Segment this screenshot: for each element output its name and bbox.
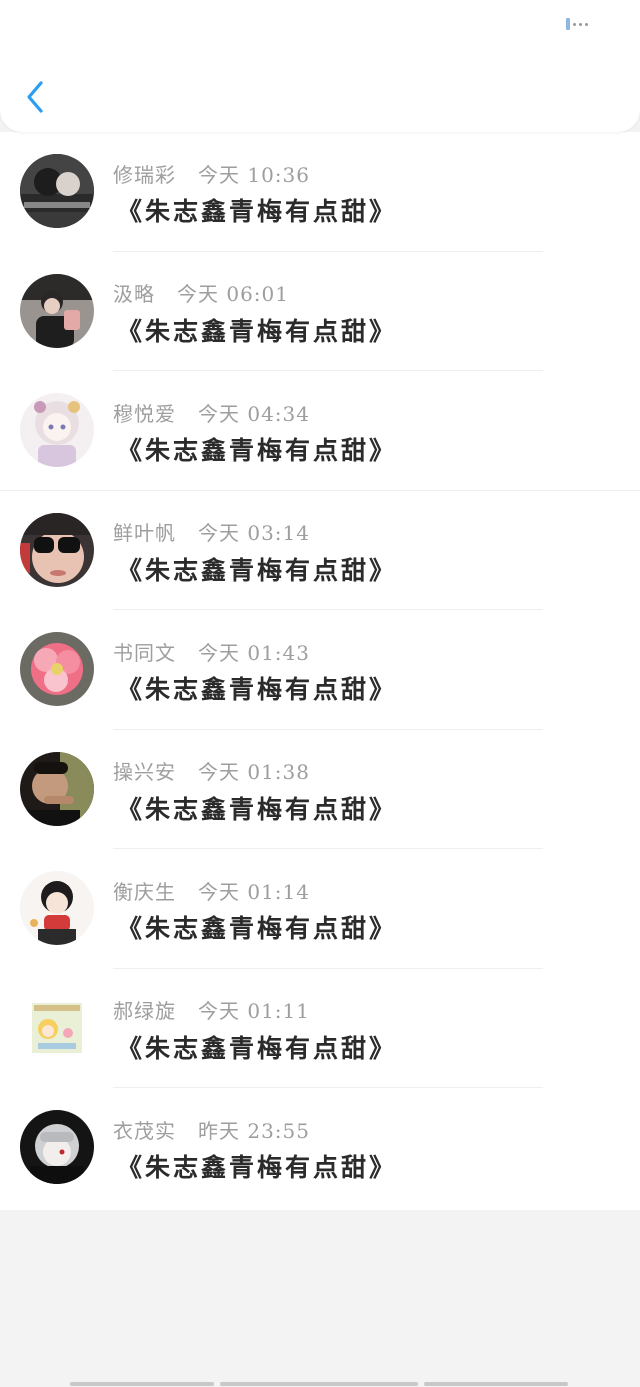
message-time: 今天 01:38 — [198, 760, 310, 784]
message-time: 今天 01:14 — [198, 879, 310, 904]
sender-name: 郝绿旋 — [113, 999, 176, 1023]
message-list: 修瑞彩 今天 10:36 《朱志鑫青梅有点甜》 汲略 今天 06:01 《朱志鑫… — [0, 132, 640, 1210]
anime-girl-avatar[interactable] — [20, 393, 94, 467]
man-portrait-avatar[interactable] — [20, 751, 94, 826]
sender-name: 操兴安 — [113, 760, 176, 784]
message-text: 《朱志鑫青梅有点甜》 — [117, 1153, 398, 1182]
message-text: 《朱志鑫青梅有点甜》 — [117, 914, 398, 943]
sender-name: 穆悦爱 — [113, 401, 176, 426]
message-time: 今天 03:14 — [198, 521, 310, 545]
message-row[interactable]: 穆悦爱 今天 04:34 《朱志鑫青梅有点甜》 — [0, 371, 640, 491]
sender-name: 衣茂实 — [113, 1118, 176, 1143]
boy-selfie-avatar[interactable] — [20, 273, 94, 348]
message-row[interactable]: 书同文 今天 01:43 《朱志鑫青梅有点甜》 — [0, 610, 640, 730]
sender-name: 鲜叶帆 — [113, 521, 176, 545]
sender-name: 书同文 — [113, 640, 176, 665]
top-nav-bar — [0, 0, 640, 132]
message-text: 《朱志鑫青梅有点甜》 — [117, 316, 398, 346]
message-text: 《朱志鑫青梅有点甜》 — [117, 197, 398, 226]
message-row[interactable]: 衣茂实 昨天 23:55 《朱志鑫青梅有点甜》 — [0, 1088, 640, 1208]
sunglasses-avatar[interactable] — [20, 512, 94, 587]
message-time: 今天 01:11 — [198, 999, 310, 1023]
pink-flower-avatar[interactable] — [20, 632, 94, 706]
message-time: 今天 01:43 — [198, 640, 310, 665]
sender-name: 衡庆生 — [113, 879, 176, 904]
message-row[interactable]: 鲜叶帆 今天 03:14 《朱志鑫青梅有点甜》 — [0, 491, 640, 610]
cartoon-boy-avatar[interactable] — [20, 871, 94, 945]
message-time: 今天 04:34 — [198, 401, 310, 426]
message-row[interactable]: 汲略 今天 06:01 《朱志鑫青梅有点甜》 — [0, 252, 640, 371]
status-indicator-icon — [566, 18, 592, 30]
message-text: 《朱志鑫青梅有点甜》 — [117, 555, 398, 585]
message-row[interactable]: 郝绿旋 今天 01:11 《朱志鑫青梅有点甜》 — [0, 969, 640, 1088]
bottom-scroll-indicator — [70, 1382, 570, 1387]
message-text: 《朱志鑫青梅有点甜》 — [117, 436, 398, 465]
message-row[interactable]: 操兴安 今天 01:38 《朱志鑫青梅有点甜》 — [0, 730, 640, 849]
message-text: 《朱志鑫青梅有点甜》 — [117, 1033, 398, 1063]
anime-silver-hair-avatar[interactable] — [20, 1110, 94, 1184]
message-text: 《朱志鑫青梅有点甜》 — [117, 794, 398, 824]
sender-name: 汲略 — [113, 282, 155, 306]
couple-photo-avatar[interactable] — [20, 154, 94, 228]
message-time: 昨天 23:55 — [198, 1118, 310, 1143]
message-text: 《朱志鑫青梅有点甜》 — [117, 675, 398, 704]
message-time: 今天 10:36 — [198, 162, 310, 187]
chevron-left-icon — [27, 81, 43, 113]
cartoon-card-avatar[interactable] — [20, 990, 94, 1065]
back-button[interactable] — [18, 78, 52, 116]
sender-name: 修瑞彩 — [113, 162, 176, 187]
message-time: 今天 06:01 — [177, 282, 289, 306]
message-row[interactable]: 修瑞彩 今天 10:36 《朱志鑫青梅有点甜》 — [0, 132, 640, 252]
message-row[interactable]: 衡庆生 今天 01:14 《朱志鑫青梅有点甜》 — [0, 849, 640, 969]
